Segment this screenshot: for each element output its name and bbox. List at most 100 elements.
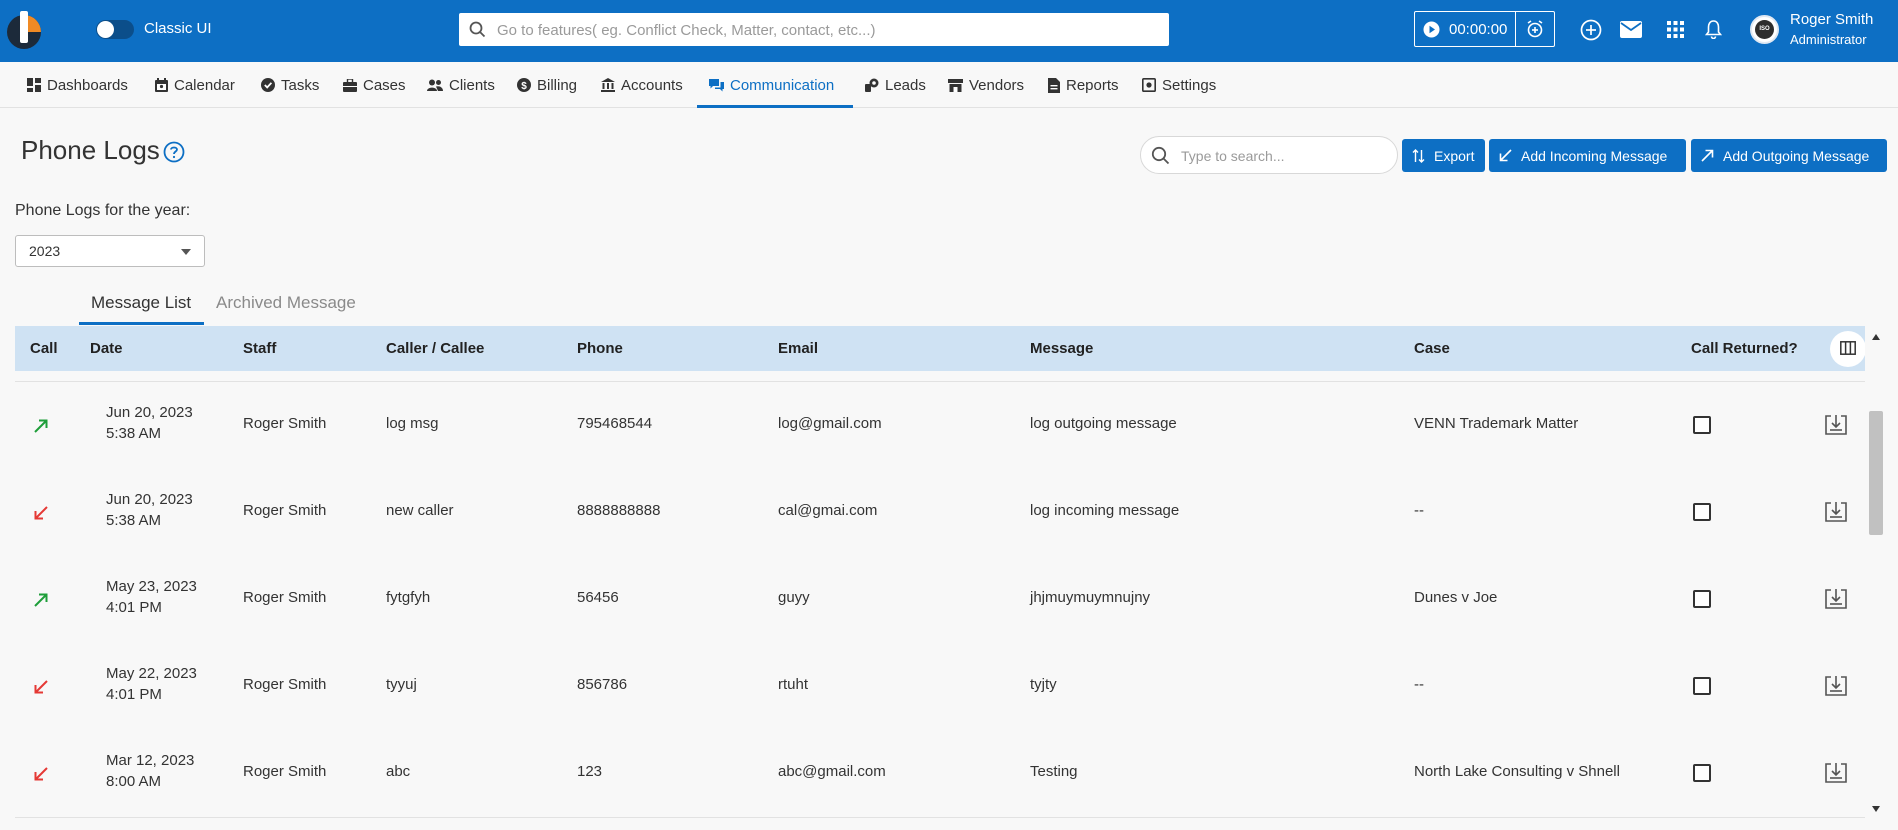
row-staff: Roger Smith bbox=[243, 763, 327, 780]
nav-settings[interactable]: Settings bbox=[1142, 62, 1216, 108]
nav-cases[interactable]: Cases bbox=[343, 62, 406, 108]
scrollbar-thumb[interactable] bbox=[1869, 411, 1883, 535]
table-row[interactable]: May 22, 2023 4:01 PM Roger Smith tyyuj 8… bbox=[15, 643, 1865, 731]
tab-message-list[interactable]: Message List bbox=[91, 293, 191, 313]
row-date: Mar 12, 2023 bbox=[106, 752, 195, 769]
col-header-phone[interactable]: Phone bbox=[577, 340, 623, 357]
row-staff: Roger Smith bbox=[243, 502, 327, 519]
call-returned-checkbox[interactable] bbox=[1693, 503, 1711, 521]
caret-down-icon bbox=[181, 249, 191, 255]
year-select[interactable]: 2023 bbox=[15, 235, 205, 267]
nav-leads[interactable]: Leads bbox=[865, 62, 926, 108]
classic-ui-toggle[interactable] bbox=[96, 20, 134, 39]
call-returned-checkbox[interactable] bbox=[1693, 590, 1711, 608]
call-returned-checkbox[interactable] bbox=[1693, 764, 1711, 782]
nav-dashboards[interactable]: Dashboards bbox=[27, 62, 128, 108]
call-returned-checkbox[interactable] bbox=[1693, 416, 1711, 434]
col-header-call[interactable]: Call bbox=[30, 340, 58, 357]
table-row[interactable]: May 23, 2023 4:01 PM Roger Smith fytgfyh… bbox=[15, 556, 1865, 644]
row-caller: new caller bbox=[386, 502, 454, 519]
dashboard-icon bbox=[27, 78, 41, 92]
user-name[interactable]: Roger Smith bbox=[1790, 11, 1873, 28]
notification-bell-icon[interactable] bbox=[1704, 20, 1723, 44]
avatar[interactable]: ISO bbox=[1750, 15, 1779, 44]
help-icon[interactable] bbox=[163, 141, 185, 168]
col-header-message[interactable]: Message bbox=[1030, 340, 1093, 357]
nav-vendors[interactable]: Vendors bbox=[948, 62, 1024, 108]
archive-download-icon[interactable] bbox=[1824, 762, 1848, 789]
row-time: 5:38 AM bbox=[106, 425, 162, 442]
nav-label: Billing bbox=[537, 76, 578, 94]
table-scrollbar[interactable] bbox=[1867, 326, 1883, 826]
row-message: log outgoing message bbox=[1030, 415, 1177, 432]
global-search[interactable] bbox=[459, 13, 1169, 46]
row-date: Jun 20, 2023 bbox=[106, 404, 193, 421]
global-search-input[interactable] bbox=[495, 19, 1159, 41]
row-phone: 123 bbox=[577, 763, 603, 780]
col-header-date[interactable]: Date bbox=[90, 340, 123, 357]
row-phone: 795468544 bbox=[577, 415, 653, 432]
check-circle-icon bbox=[261, 78, 275, 92]
mail-icon[interactable] bbox=[1620, 21, 1642, 43]
col-header-staff[interactable]: Staff bbox=[243, 340, 276, 357]
phone-log-search[interactable] bbox=[1140, 136, 1398, 174]
people-icon bbox=[427, 79, 443, 91]
tab-archived-message[interactable]: Archived Message bbox=[216, 293, 356, 313]
row-date: May 22, 2023 bbox=[106, 665, 197, 682]
user-role: Administrator bbox=[1790, 32, 1867, 47]
col-header-call-returned[interactable]: Call Returned? bbox=[1691, 340, 1798, 357]
main-nav: Dashboards Calendar Tasks Cases Clients … bbox=[0, 62, 1898, 108]
col-header-email[interactable]: Email bbox=[778, 340, 818, 357]
nav-clients[interactable]: Clients bbox=[427, 62, 495, 108]
call-returned-checkbox[interactable] bbox=[1693, 677, 1711, 695]
row-message: log incoming message bbox=[1030, 502, 1180, 519]
nav-accounts[interactable]: Accounts bbox=[601, 62, 683, 108]
archive-download-icon[interactable] bbox=[1824, 501, 1848, 528]
apps-grid-icon[interactable] bbox=[1667, 21, 1684, 43]
nav-communication[interactable]: Communication bbox=[709, 62, 834, 108]
row-email: abc@gmail.com bbox=[778, 763, 886, 780]
row-staff: Roger Smith bbox=[243, 589, 327, 606]
column-settings-button[interactable] bbox=[1830, 331, 1865, 367]
add-outgoing-message-button[interactable]: Add Outgoing Message bbox=[1691, 139, 1887, 172]
alarm-clock-icon[interactable] bbox=[1525, 19, 1545, 44]
row-caller: log msg bbox=[386, 415, 439, 432]
phone-log-search-input[interactable] bbox=[1179, 146, 1383, 166]
row-time: 4:01 PM bbox=[106, 599, 162, 616]
outgoing-call-icon bbox=[33, 592, 49, 613]
settings-icon bbox=[1142, 78, 1156, 92]
row-phone: 8888888888 bbox=[577, 502, 661, 519]
archive-download-icon[interactable] bbox=[1824, 414, 1848, 441]
year-label: Phone Logs for the year: bbox=[15, 202, 191, 219]
export-button[interactable]: Export bbox=[1402, 139, 1485, 172]
timer: 00:00:00 bbox=[1414, 11, 1555, 47]
nav-reports[interactable]: Reports bbox=[1048, 62, 1119, 108]
nav-tasks[interactable]: Tasks bbox=[261, 62, 319, 108]
incoming-call-icon bbox=[33, 766, 49, 787]
row-email: guyy bbox=[778, 589, 810, 606]
nav-label: Vendors bbox=[969, 76, 1025, 94]
archive-download-icon[interactable] bbox=[1824, 675, 1848, 702]
table-row[interactable]: Jun 20, 2023 5:38 AM Roger Smith new cal… bbox=[15, 469, 1865, 557]
nav-calendar[interactable]: Calendar bbox=[155, 62, 235, 108]
outgoing-call-icon bbox=[33, 418, 49, 439]
col-header-case[interactable]: Case bbox=[1414, 340, 1450, 357]
timer-value: 00:00:00 bbox=[1449, 21, 1508, 38]
search-icon bbox=[469, 21, 486, 43]
scroll-down-arrow-icon[interactable] bbox=[1872, 806, 1880, 812]
add-circle-icon[interactable] bbox=[1580, 19, 1602, 46]
table-row[interactable]: Jun 20, 2023 5:38 AM Roger Smith log msg… bbox=[15, 382, 1865, 470]
play-icon[interactable] bbox=[1423, 21, 1440, 43]
col-header-caller[interactable]: Caller / Callee bbox=[386, 340, 484, 357]
svg-text:$: $ bbox=[521, 81, 527, 92]
add-incoming-message-button[interactable]: Add Incoming Message bbox=[1489, 139, 1686, 172]
archive-download-icon[interactable] bbox=[1824, 588, 1848, 615]
nav-billing[interactable]: $ Billing bbox=[517, 62, 577, 108]
table-row[interactable]: Mar 12, 2023 8:00 AM Roger Smith abc 123… bbox=[15, 730, 1865, 818]
arrow-down-left-icon bbox=[1499, 149, 1512, 162]
search-icon bbox=[1151, 146, 1170, 170]
table-header: Call Date Staff Caller / Callee Phone Em… bbox=[15, 326, 1865, 371]
scroll-up-arrow-icon[interactable] bbox=[1872, 334, 1880, 340]
nav-label: Dashboards bbox=[47, 76, 128, 94]
app-logo[interactable] bbox=[6, 9, 42, 51]
